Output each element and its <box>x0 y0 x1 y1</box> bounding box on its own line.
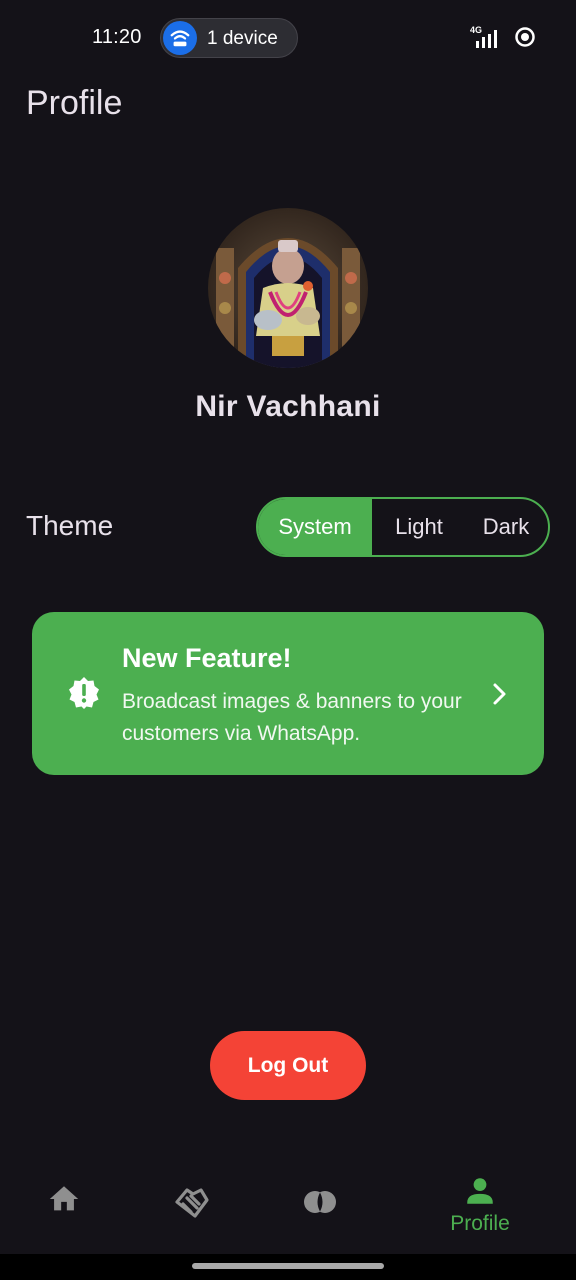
cellular-signal-icon: 4G <box>470 25 508 51</box>
nav-profile-label: Profile <box>450 1212 510 1235</box>
page-title: Profile <box>26 84 123 122</box>
data-saver-icon <box>514 26 536 53</box>
home-gesture-handle[interactable] <box>192 1263 384 1269</box>
handshake-icon <box>175 1188 209 1218</box>
theme-segmented-control: System Light Dark <box>256 497 550 557</box>
feature-title: New Feature! <box>122 643 292 673</box>
device-chip-label: 1 device <box>207 28 278 49</box>
nav-payments[interactable] <box>270 1160 370 1254</box>
nav-deals[interactable] <box>141 1160 241 1254</box>
theme-option-light[interactable]: Light <box>374 499 464 555</box>
nav-profile[interactable]: Profile <box>430 1160 530 1254</box>
user-name: Nir Vachhani <box>195 390 381 423</box>
theme-label: Theme <box>26 510 114 541</box>
bottom-navigation: Profile <box>0 1160 576 1254</box>
new-releases-icon <box>66 675 102 711</box>
hotspot-icon <box>163 21 197 55</box>
person-icon <box>467 1178 493 1204</box>
theme-option-system[interactable]: System <box>258 499 374 555</box>
connected-devices-chip[interactable]: 1 device <box>160 18 298 58</box>
avatar[interactable] <box>208 208 368 368</box>
gesture-bar-area <box>0 1254 576 1280</box>
theme-option-dark[interactable]: Dark <box>464 499 548 555</box>
feature-description: Broadcast images & banners to your custo… <box>122 690 462 745</box>
status-time: 11:20 <box>92 26 142 48</box>
profile-screen: 11:20 1 device 4G Profile Nir Vachhani T… <box>0 0 576 1280</box>
coins-icon <box>304 1191 336 1213</box>
nav-home[interactable] <box>14 1160 114 1254</box>
logout-button[interactable]: Log Out <box>210 1031 366 1100</box>
chevron-right-icon <box>488 680 512 708</box>
new-feature-card[interactable]: New Feature! Broadcast images & banners … <box>32 612 544 775</box>
status-bar: 11:20 1 device 4G <box>0 0 576 76</box>
status-icons: 4G <box>470 24 536 54</box>
home-icon <box>49 1186 79 1211</box>
